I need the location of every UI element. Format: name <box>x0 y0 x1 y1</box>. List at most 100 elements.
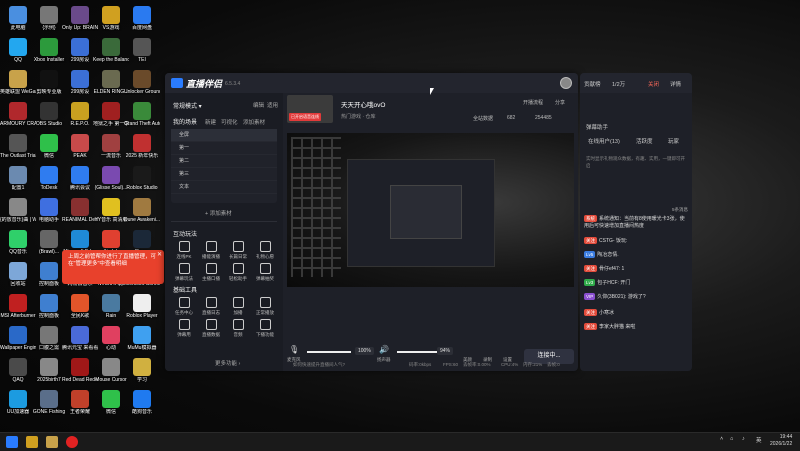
app-icon <box>71 294 89 312</box>
mic-volume-slider[interactable] <box>307 351 351 353</box>
tab-fans[interactable]: 1/2万 <box>612 80 625 88</box>
desktop-icon[interactable]: 百度网盘 <box>124 6 160 31</box>
live-companion-window: 直播伴侣 6.5.3.4 常规模式 ▾ 编辑 适用 我的场景 新建 可视化 添加… <box>165 73 578 371</box>
scene-link-add[interactable]: 添加素材 <box>243 118 265 126</box>
desktop-icon[interactable]: 学习 <box>124 358 160 383</box>
tool-button[interactable]: 播能演播 <box>198 241 224 260</box>
notification-toast[interactable]: 上周之前管帮你进行了直播管理，可在"管理更多"中查看明细 ✕ <box>62 250 164 284</box>
chat-message[interactable]: 关注 骨仔ef47: 1 <box>584 265 688 273</box>
detail-link[interactable]: 详情 <box>670 80 681 88</box>
chat-message[interactable]: 关注 李家大胖猫 来啦 <box>584 323 688 331</box>
desktop-icon[interactable]: TEI <box>124 38 160 63</box>
mic-icon[interactable]: 🎙 <box>289 345 299 354</box>
chat-message[interactable]: 关注 CSTG- 饭玩: <box>584 237 688 245</box>
chat-message[interactable]: VIP 久仰(3B021): 游戏了? <box>584 293 688 301</box>
scene-link-new[interactable]: 新建 <box>205 118 216 126</box>
tool-button[interactable]: 礼物心愿 <box>252 241 278 260</box>
app-icon <box>40 6 58 24</box>
mode-select[interactable]: 常规模式 ▾ <box>173 101 202 110</box>
tab-online-users[interactable]: 在线用户(13) <box>588 137 620 145</box>
volume-icon[interactable]: ♪ <box>742 436 745 442</box>
tool-button[interactable]: 音频 <box>225 319 251 338</box>
chat-subtitle: 弹幕助手 <box>586 125 609 131</box>
close-toggle[interactable]: 关闭 <box>648 80 659 88</box>
scene-item[interactable]: 第一 <box>171 142 277 155</box>
tutorial-link[interactable]: 适用 <box>267 101 278 109</box>
chat-message-list[interactable]: 系统 系统通知：当前有8使用暖光卡3张，使用后可快速增加直播间热度关注 CSTG- … <box>580 203 692 371</box>
tab-contribution[interactable]: 贡献榜 <box>584 80 601 88</box>
more-functions-link[interactable]: 更多功能 › <box>215 359 240 367</box>
app-icon <box>9 262 27 280</box>
desktop-icon[interactable]: 2025 新年快乐 <box>124 134 160 159</box>
tool-button[interactable]: 下播功能 <box>252 319 278 338</box>
close-icon[interactable]: ✕ <box>157 252 162 259</box>
all-data-link[interactable]: 全站数据 <box>473 115 493 122</box>
tool-button[interactable]: 长篇日常 <box>225 241 251 260</box>
share-button[interactable]: 分享 <box>555 99 565 106</box>
app-icon <box>9 358 27 376</box>
tool-icon <box>259 263 271 274</box>
tool-button[interactable]: 弹幕抽奖 <box>252 263 278 282</box>
chat-message[interactable]: Lv5 陶冶恋情. <box>584 251 688 259</box>
app-icon <box>102 70 120 88</box>
taskbar-app-icon[interactable] <box>66 436 78 448</box>
stream-preview[interactable] <box>287 133 574 287</box>
input-language[interactable]: 英 <box>756 436 762 444</box>
desktop-icon[interactable]: Roblox Studio <box>124 166 160 191</box>
desktop-icon[interactable]: Grand Theft Auto V <box>124 102 160 127</box>
user-avatar[interactable] <box>560 77 572 89</box>
desktop-icon[interactable]: 酷狗音乐 <box>124 390 160 415</box>
chat-message[interactable]: Lv3 包子HCF: 开门 <box>584 279 688 287</box>
desktop-icon[interactable]: Unlocker Grounds <box>124 70 160 95</box>
app-icon <box>71 326 89 344</box>
app-icon <box>133 326 151 344</box>
center-panel: 已开启语音连线 天天开心哦ovO 热门游戏 · 仓库 开播流程 分享 全站数据 … <box>283 93 578 371</box>
app-icon <box>9 6 27 24</box>
live-process-link[interactable]: 开播流程 <box>523 99 543 106</box>
taskbar-app-icon[interactable] <box>46 436 58 448</box>
start-icon[interactable] <box>6 436 18 448</box>
room-category[interactable]: 热门游戏 · 仓库 <box>341 113 375 120</box>
app-icon <box>9 102 27 120</box>
scene-item[interactable]: 文本 <box>171 181 277 194</box>
status-memory: 内存:21% <box>523 362 543 367</box>
scene-link-visual[interactable]: 可视化 <box>221 118 238 126</box>
edit-button[interactable]: 编辑 <box>253 101 264 109</box>
mouse-cursor-icon <box>430 88 434 95</box>
network-icon[interactable]: ⌂ <box>730 436 733 442</box>
tool-button[interactable]: 连线PK <box>171 241 197 260</box>
tool-button[interactable]: 正常播放 <box>252 297 278 316</box>
preview-nested-window <box>390 185 462 239</box>
scene-item[interactable]: 第三 <box>171 168 277 181</box>
app-icon <box>102 198 120 216</box>
tool-button[interactable]: 直播日志 <box>198 297 224 316</box>
desktop-icon-label: 百度网盘 <box>131 25 152 31</box>
tool-button[interactable]: 弹幕玩法 <box>171 263 197 282</box>
app-icon <box>9 326 27 344</box>
speaker-icon[interactable]: 🔊 <box>379 345 389 354</box>
add-source-button[interactable]: + 添加素材 <box>205 209 232 217</box>
tab-players[interactable]: 玩家 <box>668 137 679 145</box>
chat-message[interactable]: 关注 小寒冰 <box>584 309 688 317</box>
tool-button[interactable]: 轻松助手 <box>225 263 251 282</box>
desktop-icon[interactable]: Dune Awakeni... <box>124 198 160 223</box>
tool-button[interactable]: 主播口播 <box>198 263 224 282</box>
room-cover[interactable]: 已开启语音连线 <box>287 95 333 123</box>
app-icon <box>71 230 89 248</box>
scene-item[interactable]: 全屏 <box>171 129 277 142</box>
clock[interactable]: 19:44 2026/1/22 <box>770 434 792 448</box>
tab-activity[interactable]: 活跃度 <box>636 137 653 145</box>
status-hint[interactable]: 如何快速提升直播间人气? <box>293 362 345 368</box>
tool-button[interactable]: 加播 <box>225 297 251 316</box>
scene-item[interactable]: 第二 <box>171 155 277 168</box>
desktop-icon[interactable]: MuMu模拟器 <box>124 326 160 351</box>
tool-button[interactable]: 任务中心 <box>171 297 197 316</box>
chat-message[interactable]: 系统 系统通知：当前有8使用暖光卡3张，使用后可快速增加直播间热度 <box>584 215 688 230</box>
tool-button[interactable]: 直播数据 <box>198 319 224 338</box>
tool-label: 连线PK <box>176 254 192 259</box>
taskbar-app-icon[interactable] <box>26 436 38 448</box>
tool-button[interactable]: 弹幕用 <box>171 319 197 338</box>
tray-chevron-icon[interactable]: ˄ <box>720 436 723 442</box>
room-title[interactable]: 天天开心哦ovO <box>341 99 385 109</box>
desktop-icon[interactable]: Roblox Player <box>124 294 160 319</box>
